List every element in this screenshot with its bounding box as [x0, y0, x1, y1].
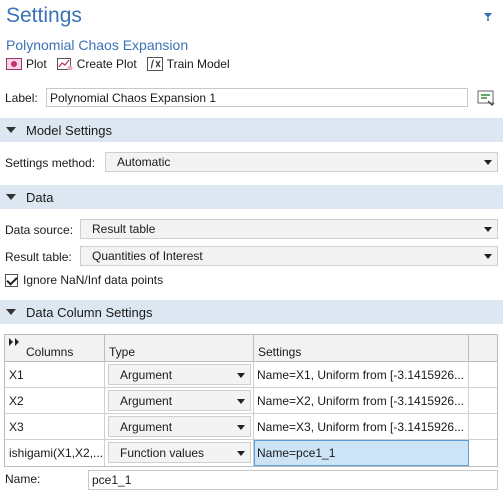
plot-icon: [6, 58, 22, 70]
header-columns[interactable]: Columns: [5, 335, 105, 362]
header-settings[interactable]: Settings: [254, 335, 469, 362]
collapse-triangle-icon: [6, 309, 16, 315]
create-plot-label: Create Plot: [76, 57, 137, 71]
settings-cell[interactable]: Name=X1, Uniform from [-3.1415926...: [254, 362, 469, 388]
type-value: Function values: [120, 446, 205, 460]
result-table-select[interactable]: Quantities of Interest: [80, 246, 498, 266]
type-select[interactable]: Argument: [108, 416, 251, 437]
node-subtitle: Polynomial Chaos Expansion: [6, 37, 189, 53]
chevron-down-icon: [484, 227, 492, 232]
expand-all-icon[interactable]: [9, 338, 21, 346]
settings-cell-selected[interactable]: Name=pce1_1: [254, 440, 469, 466]
type-cell[interactable]: Argument: [105, 414, 254, 440]
type-value: Argument: [120, 420, 173, 434]
type-cell[interactable]: Argument: [105, 388, 254, 414]
data-source-value: Result table: [92, 222, 156, 236]
table-row[interactable]: X2 Argument Name=X2, Uniform from [-3.14…: [5, 388, 497, 414]
create-plot-button[interactable]: Create Plot: [56, 57, 137, 71]
type-cell[interactable]: Function values: [105, 440, 254, 466]
plot-label: Plot: [26, 57, 47, 71]
header-filler: [469, 335, 497, 362]
section-title: Data Column Settings: [26, 304, 153, 320]
type-cell[interactable]: Argument: [105, 362, 254, 388]
ignore-nan-label: Ignore NaN/Inf data points: [23, 273, 164, 287]
train-model-icon: [146, 57, 163, 71]
chevron-down-icon: [484, 254, 492, 259]
data-columns-table: Columns Type Settings X1 Argument Name=X…: [4, 334, 498, 467]
column-name-cell[interactable]: X1: [5, 362, 105, 388]
section-data-column-settings[interactable]: Data Column Settings: [0, 300, 503, 324]
type-select[interactable]: Argument: [108, 364, 251, 385]
settings-method-select[interactable]: Automatic: [105, 152, 498, 172]
column-name-cell[interactable]: X3: [5, 414, 105, 440]
type-value: Argument: [120, 368, 173, 382]
header-columns-label: Columns: [26, 345, 74, 359]
train-model-label: Train Model: [166, 57, 230, 71]
section-model-settings[interactable]: Model Settings: [0, 118, 503, 142]
result-table-value: Quantities of Interest: [92, 249, 203, 263]
settings-method-label: Settings method:: [5, 156, 96, 170]
label-settings-icon[interactable]: [476, 88, 496, 108]
page-title: Settings: [6, 4, 82, 27]
column-name-cell[interactable]: X2: [5, 388, 105, 414]
filler-cell: [469, 440, 497, 466]
label-input[interactable]: [46, 88, 468, 107]
header-type[interactable]: Type: [105, 335, 254, 362]
ignore-nan-checkbox[interactable]: [5, 273, 18, 287]
data-source-select[interactable]: Result table: [80, 219, 498, 239]
name-input[interactable]: [88, 470, 498, 490]
label-row: Label:: [5, 88, 498, 108]
label-field-label: Label:: [5, 91, 38, 105]
settings-method-value: Automatic: [117, 155, 171, 169]
toolbar: Plot Create Plot Train Model: [6, 56, 230, 72]
section-data[interactable]: Data: [0, 185, 503, 209]
table-row[interactable]: ishigami(X1,X2,... Function values Name=…: [5, 440, 497, 466]
filler-cell: [469, 388, 497, 414]
filler-cell: [469, 362, 497, 388]
data-source-label: Data source:: [5, 223, 74, 237]
train-model-button[interactable]: Train Model: [146, 57, 230, 71]
section-title: Data: [26, 189, 54, 205]
chevron-down-icon: [237, 373, 245, 378]
result-table-label: Result table:: [5, 250, 72, 264]
collapse-triangle-icon: [6, 127, 16, 133]
chevron-down-icon: [237, 451, 245, 456]
chevron-down-icon: [484, 160, 492, 165]
filler-cell: [469, 414, 497, 440]
collapse-triangle-icon: [6, 194, 16, 200]
table-row[interactable]: X3 Argument Name=X3, Uniform from [-3.14…: [5, 414, 497, 440]
ignore-nan-row[interactable]: Ignore NaN/Inf data points: [5, 273, 163, 287]
create-plot-icon: [56, 58, 73, 71]
chevron-down-icon: [237, 399, 245, 404]
plot-button[interactable]: Plot: [6, 57, 47, 71]
chevron-down-icon: [237, 425, 245, 430]
section-title: Model Settings: [26, 122, 112, 138]
table-row[interactable]: X1 Argument Name=X1, Uniform from [-3.14…: [5, 362, 497, 388]
table-header: Columns Type Settings: [5, 335, 497, 362]
column-name-cell[interactable]: ishigami(X1,X2,...: [5, 440, 105, 466]
settings-cell[interactable]: Name=X2, Uniform from [-3.1415926...: [254, 388, 469, 414]
pin-dropdown-icon[interactable]: [481, 9, 495, 23]
settings-cell[interactable]: Name=X3, Uniform from [-3.1415926...: [254, 414, 469, 440]
name-field-label: Name:: [5, 472, 41, 486]
type-value: Argument: [120, 394, 173, 408]
type-select[interactable]: Argument: [108, 390, 251, 411]
type-select[interactable]: Function values: [108, 442, 251, 463]
